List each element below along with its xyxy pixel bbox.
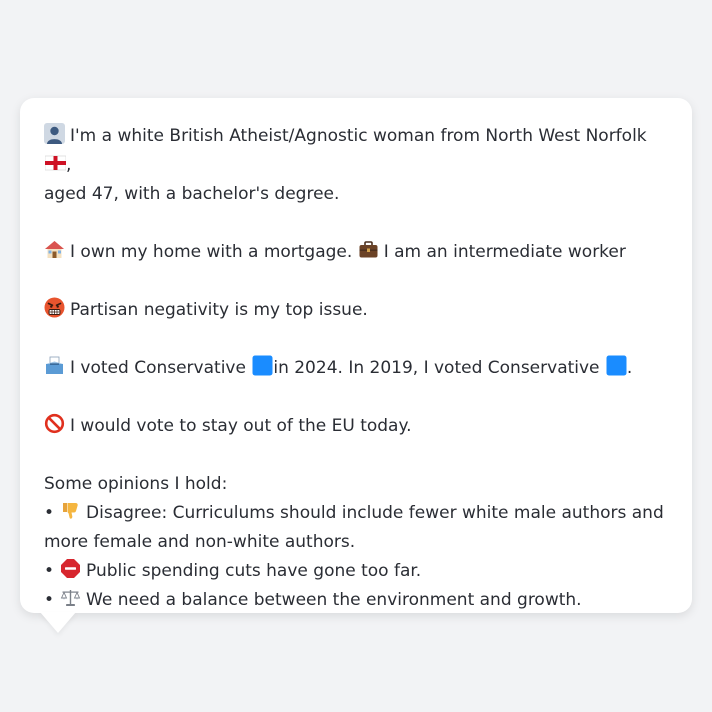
person-silhouette-icon	[44, 123, 65, 144]
opinions-heading: Some opinions I hold:	[44, 474, 228, 494]
opinion-text: Disagree: Curriculums should include few…	[86, 503, 664, 523]
angry-face-icon	[44, 297, 65, 318]
bubble-tail	[40, 612, 76, 633]
issue-text: Partisan negativity is my top issue.	[70, 300, 368, 320]
opinion-text-continued: more female and non-white authors.	[44, 532, 356, 552]
list-item: • We need a balance between the environm…	[44, 586, 670, 615]
work-text: I am an intermediate worker	[383, 242, 626, 262]
stop-sign-icon	[60, 558, 81, 579]
england-flag-icon	[45, 152, 66, 173]
thumbs-down-icon	[60, 500, 81, 521]
blue-square-icon	[606, 355, 627, 376]
identity-line-2: aged 47, with a bachelor's degree.	[44, 184, 340, 204]
briefcase-icon	[358, 239, 379, 260]
opinions-list: • Disagree: Curriculums should include f…	[44, 499, 670, 615]
vote-paragraph: I voted Conservative in 2024. In 2019, I…	[44, 354, 670, 383]
opinion-text: We need a balance between the environmen…	[86, 590, 582, 610]
eu-text: I would vote to stay out of the EU today…	[70, 416, 412, 436]
balance-scale-icon	[60, 587, 81, 608]
eu-paragraph: I would vote to stay out of the EU today…	[44, 412, 670, 441]
message-bubble: I'm a white British Atheist/Agnostic wom…	[20, 98, 692, 613]
vote-text-b: in 2024. In 2019, I voted Conservative	[273, 358, 600, 378]
list-item: • Disagree: Curriculums should include f…	[44, 499, 670, 557]
blue-square-icon	[252, 355, 273, 376]
identity-text: I'm a white British Atheist/Agnostic wom…	[70, 126, 647, 146]
prohibited-icon	[44, 413, 65, 434]
bullet: •	[44, 503, 55, 523]
housing-text: I own my home with a mortgage.	[70, 242, 353, 262]
house-icon	[44, 239, 65, 260]
issue-paragraph: Partisan negativity is my top issue.	[44, 296, 670, 325]
opinion-text: Public spending cuts have gone too far.	[86, 561, 422, 581]
opinions-section: Some opinions I hold: • Disagree: Curric…	[44, 470, 670, 615]
vote-text-a: I voted Conservative	[70, 358, 246, 378]
identity-paragraph: I'm a white British Atheist/Agnostic wom…	[44, 122, 670, 209]
housing-paragraph: I own my home with a mortgage. I am an i…	[44, 238, 670, 267]
bullet: •	[44, 561, 55, 581]
bullet: •	[44, 590, 55, 610]
list-item: • Public spending cuts have gone too far…	[44, 557, 670, 586]
ballot-box-icon	[44, 355, 65, 376]
